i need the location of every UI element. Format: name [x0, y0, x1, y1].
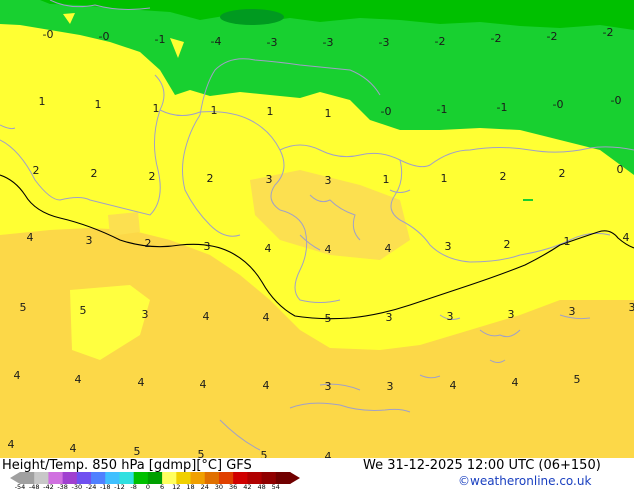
value-label: 1	[564, 235, 571, 248]
value-label: 1	[383, 173, 390, 186]
value-label: 4	[325, 243, 332, 256]
value-label: 3	[325, 380, 332, 393]
value-label: -2	[435, 35, 446, 48]
value-label: 2	[149, 170, 156, 183]
cold-pocket	[220, 9, 284, 25]
value-label: 5	[20, 301, 27, 314]
value-label: -1	[497, 101, 508, 114]
value-label: 1	[267, 105, 274, 118]
value-label: 4	[623, 231, 630, 244]
value-label: 4	[265, 242, 272, 255]
value-label: 4	[14, 369, 21, 382]
value-label: 5	[325, 312, 332, 325]
value-label: 2	[504, 238, 511, 251]
value-label: 5	[134, 445, 141, 458]
value-label: 3	[325, 174, 332, 187]
value-label: 2	[559, 167, 566, 180]
value-label: 1	[39, 95, 46, 108]
value-label: -2	[491, 32, 502, 45]
credit-link[interactable]: ©weatheronline.co.uk	[458, 474, 591, 488]
value-label: 3	[629, 301, 634, 314]
value-label: 3	[266, 173, 273, 186]
value-label: 4	[385, 242, 392, 255]
value-label: 1	[441, 172, 448, 185]
value-label: -0	[381, 105, 392, 118]
value-label: 4	[75, 373, 82, 386]
value-label: 3	[569, 305, 576, 318]
value-label: 1	[325, 107, 332, 120]
value-label: 4	[263, 311, 270, 324]
value-label: 2	[91, 167, 98, 180]
value-label: 3	[445, 240, 452, 253]
value-label: -3	[379, 36, 390, 49]
value-label: 5	[574, 373, 581, 386]
valid-time: We 31-12-2025 12:00 UTC (06+150)	[363, 458, 601, 473]
cool-corner	[0, 0, 40, 14]
value-label: -1	[155, 33, 166, 46]
value-label: -0	[553, 98, 564, 111]
weather-map: -0 -0 -1 -4 -3 -3 -3 -2 -2 -2 -2 1 1 1 1 1 1 -0 -1 -1 -0 -0 2 2…	[0, 0, 634, 458]
map-canvas: -0 -0 -1 -4 -3 -3 -3 -2 -2 -2 -2 1 1 1 1 1 1 -0 -1 -1 -0 -0 2 2…	[0, 0, 634, 458]
map-title: Height/Temp. 850 hPa [gdmp][°C] GFS	[2, 458, 252, 473]
value-label: 2	[33, 164, 40, 177]
value-label: 3	[142, 308, 149, 321]
value-label: 0	[617, 163, 624, 176]
value-label: -3	[323, 36, 334, 49]
value-label: 4	[450, 379, 457, 392]
value-label: 4	[263, 379, 270, 392]
value-label: 3	[447, 310, 454, 323]
value-label: 5	[261, 449, 268, 458]
value-label: -0	[99, 30, 110, 43]
value-label: 3	[387, 380, 394, 393]
value-label: 3	[204, 240, 211, 253]
value-label: 4	[138, 376, 145, 389]
green-dash	[523, 199, 533, 201]
value-label: 4	[325, 450, 332, 458]
value-label: 3	[86, 234, 93, 247]
value-label: 2	[500, 170, 507, 183]
value-label: 4	[512, 376, 519, 389]
value-label: -4	[211, 35, 222, 48]
value-label: -1	[437, 103, 448, 116]
value-label: 5	[80, 304, 87, 317]
value-label: 2	[145, 237, 152, 250]
value-label: 4	[27, 231, 34, 244]
value-label: 4	[200, 378, 207, 391]
value-label: 4	[8, 438, 15, 451]
map-footer: Height/Temp. 850 hPa [gdmp][°C] GFS We 3…	[0, 458, 634, 490]
value-label: 3	[508, 308, 515, 321]
value-label: 2	[207, 172, 214, 185]
value-label: 5	[198, 448, 205, 458]
value-label: 1	[95, 98, 102, 111]
value-label: 3	[386, 311, 393, 324]
value-label: -2	[603, 26, 614, 39]
value-label: -2	[547, 30, 558, 43]
value-label: 1	[211, 104, 218, 117]
value-label: 1	[153, 102, 160, 115]
value-label: -3	[267, 36, 278, 49]
temp-band-warm-patch-2	[108, 212, 140, 236]
value-label: -0	[611, 94, 622, 107]
value-label: 4	[70, 442, 77, 455]
value-label: -0	[43, 28, 54, 41]
value-label: 4	[203, 310, 210, 323]
